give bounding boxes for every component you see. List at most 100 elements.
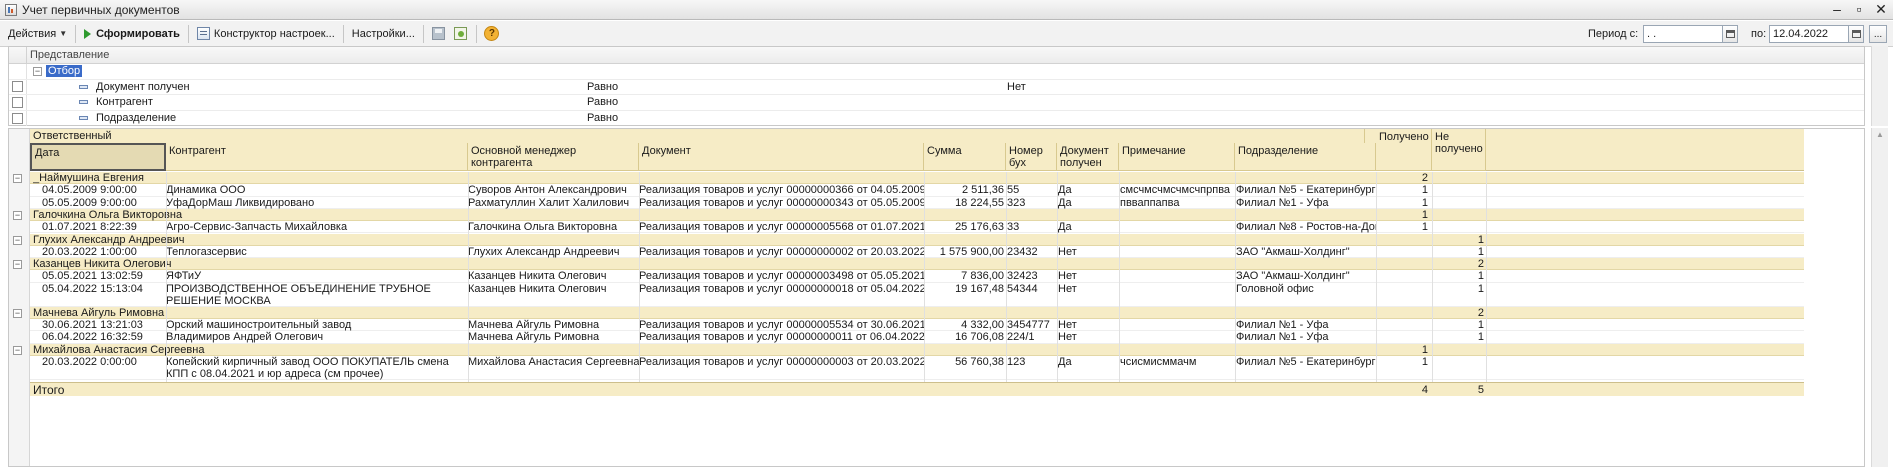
group-row[interactable]: _Наймушина Евгения 2 <box>30 172 1804 184</box>
group-row[interactable]: Галочкина Ольга Викторовна 1 <box>30 208 1804 221</box>
filter-enable-checkbox[interactable] <box>12 81 23 93</box>
collapse-icon[interactable]: − <box>13 174 22 183</box>
filter-group-row: − Отбор <box>9 64 1864 80</box>
table-row[interactable]: 20.03.2022 1:00:00 Теплогазсервис Глухих А… <box>30 245 1804 259</box>
col-header-responsible: Ответственный <box>30 129 1365 143</box>
period-to-field[interactable]: 12.04.2022 <box>1769 25 1853 43</box>
cell-counterparty: Динамика ООО <box>166 184 246 197</box>
col-header-number[interactable]: Номер бух <box>1006 143 1057 171</box>
col-header-manager[interactable]: Основной менеджер контрагента <box>468 143 639 171</box>
cell-document: Реализация товаров и услуг 00000000018 о… <box>639 282 924 295</box>
period-from-label: Период с: <box>1588 28 1639 40</box>
cell-document: Реализация товаров и услуг 00000005534 о… <box>639 319 924 331</box>
cell-received-doc: Нет <box>1058 331 1077 344</box>
group-not-received-count: 1 <box>1477 233 1484 246</box>
group-row[interactable]: Глухих Александр Андреевич 1 <box>30 233 1804 246</box>
column-divider <box>1235 172 1236 382</box>
group-row[interactable]: Михайлова Анастасия Сергеевна 1 <box>30 343 1804 356</box>
toolbar-divider <box>342 24 344 43</box>
collapse-icon[interactable]: − <box>13 260 22 270</box>
filter-condition[interactable]: Равно <box>587 96 618 108</box>
cell-not-received: 1 <box>1477 282 1484 295</box>
table-row[interactable]: 01.07.2021 8:22:39 Агро-Сервис-Запчасть М… <box>30 221 1804 234</box>
cell-date: 30.06.2021 13:21:03 <box>42 319 143 331</box>
filter-enable-checkbox[interactable] <box>12 96 23 108</box>
cell-division: Головной офис <box>1236 282 1314 295</box>
period-to-calendar-button[interactable] <box>1848 25 1864 43</box>
table-row[interactable]: 06.04.2022 16:32:59 Владимиров Андрей Оле… <box>30 331 1804 344</box>
title-bar: Учет первичных документов – ▫ ✕ <box>0 0 1893 20</box>
filter-condition[interactable]: Равно <box>587 81 618 93</box>
filter-row[interactable]: Документ получен Равно Нет <box>9 79 1864 95</box>
cell-counterparty: ПРОИЗВОДСТВЕННОЕ ОБЪЕДИНЕНИЕ ТРУБНОЕ РЕШ… <box>166 282 431 307</box>
report-app-icon <box>5 3 17 16</box>
cell-date: 04.05.2009 9:00:00 <box>42 184 137 197</box>
col-header-counterparty[interactable]: Контрагент <box>166 143 468 171</box>
generate-button[interactable]: Сформировать <box>80 24 184 44</box>
close-icon[interactable]: ✕ <box>1873 1 1889 18</box>
period-from-field[interactable]: . . <box>1643 25 1727 43</box>
table-row[interactable]: 30.06.2021 13:21:03 Орский машиностроител… <box>30 319 1804 332</box>
col-header-received-doc[interactable]: Документ получен <box>1057 143 1119 171</box>
filter-row[interactable]: Контрагент Равно <box>9 95 1864 111</box>
collapse-icon[interactable]: − <box>13 235 22 245</box>
group-not-received-count: 2 <box>1477 258 1484 271</box>
col-header-document[interactable]: Документ <box>639 143 924 171</box>
save-settings-button[interactable] <box>430 25 448 43</box>
group-row[interactable]: Мачнева Айгуль Римовна 2 <box>30 306 1804 319</box>
settings-label: Настройки... <box>351 27 415 40</box>
cell-number: 54344 <box>1007 282 1038 295</box>
filter-field-icon <box>79 116 88 121</box>
cell-division: Филиал №5 - Екатеринбург <box>1236 184 1376 197</box>
cell-counterparty: ЯФТиУ <box>166 270 202 283</box>
col-header-note[interactable]: Примечание <box>1119 143 1235 171</box>
filter-row[interactable]: Подразделение Равно <box>9 110 1864 126</box>
collapse-icon[interactable]: − <box>13 308 22 318</box>
table-row[interactable]: 05.05.2009 9:00:00 УфаДорМаш Ликвидирован… <box>30 196 1804 209</box>
col-header-sum[interactable]: Сумма <box>924 143 1006 171</box>
cell-manager: Рахматуллин Халит Халилович <box>468 196 630 209</box>
cell-division: ЗАО "Акмаш-Холдинг" <box>1236 270 1350 283</box>
cell-number: 323 <box>1007 196 1026 209</box>
group-name: Галочкина Ольга Викторовна <box>33 208 183 221</box>
cell-manager: Казанцев Никита Олегович <box>468 282 607 295</box>
window-controls: – ▫ ✕ <box>1829 1 1889 18</box>
period-from-calendar-button[interactable] <box>1722 25 1738 43</box>
restore-icon[interactable]: ▫ <box>1851 1 1867 18</box>
column-divider <box>1376 172 1377 382</box>
cell-number: 32423 <box>1007 270 1038 283</box>
filter-value[interactable]: Нет <box>1007 81 1026 93</box>
table-row[interactable]: 05.04.2022 15:13:04 ПРОИЗВОДСТВЕННОЕ ОБЪЕ… <box>30 282 1804 307</box>
collapse-icon[interactable]: − <box>13 210 22 220</box>
col-header-date[interactable]: Дата <box>30 143 166 171</box>
period-select-button[interactable]: ... <box>1869 25 1887 43</box>
cell-received: 1 <box>1421 184 1428 197</box>
collapse-icon[interactable]: − <box>33 66 42 76</box>
filter-group-label[interactable]: Отбор <box>46 65 83 78</box>
col-header-received[interactable]: Получено <box>1376 129 1432 171</box>
help-button[interactable]: ? <box>483 25 501 43</box>
table-row[interactable]: 04.05.2009 9:00:00 Динамика ООО Суворов Ан… <box>30 184 1804 197</box>
export-button[interactable] <box>452 25 470 43</box>
settings-constructor-button[interactable]: Конструктор настроек... <box>193 24 339 44</box>
col-header-not-received[interactable]: Не получено <box>1432 129 1486 171</box>
minimize-icon[interactable]: – <box>1829 1 1845 18</box>
cell-received: 1 <box>1421 221 1428 234</box>
table-row[interactable]: 20.03.2022 0:00:00 Копейский кирпичный за… <box>30 355 1804 380</box>
collapse-icon[interactable]: − <box>13 345 22 355</box>
report-scrollbar[interactable]: ▲ <box>1871 128 1888 467</box>
settings-button[interactable]: Настройки... <box>348 24 419 44</box>
group-row[interactable]: Казанцев Никита Олегович 2 <box>30 258 1804 271</box>
table-row[interactable]: 05.05.2021 13:02:59 ЯФТиУ Казанцев Никита … <box>30 270 1804 283</box>
cell-received: 1 <box>1421 355 1428 368</box>
report-spreadsheet[interactable]: Ответственный Дата Контрагент Основной м… <box>8 128 1865 467</box>
cell-date: 20.03.2022 1:00:00 <box>42 245 137 258</box>
filter-scrollbar[interactable] <box>1871 46 1888 126</box>
actions-menu-button[interactable]: Действия ▼ <box>4 24 71 44</box>
filter-enable-checkbox[interactable] <box>12 112 23 124</box>
total-not-received: 5 <box>1477 383 1484 396</box>
col-header-division[interactable]: Подразделение <box>1235 143 1376 171</box>
scroll-up-icon[interactable]: ▲ <box>1872 128 1888 142</box>
filter-condition[interactable]: Равно <box>587 112 618 124</box>
toolbar-divider <box>475 24 477 43</box>
